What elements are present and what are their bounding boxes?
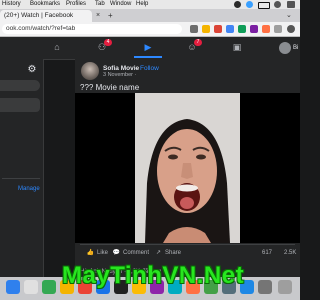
post-author-avatar[interactable] <box>81 62 99 80</box>
battery-icon[interactable] <box>258 2 270 9</box>
follow-button[interactable]: Follow <box>140 65 159 72</box>
actions-divider <box>80 244 295 245</box>
browser-tab-active[interactable]: (20+) Watch | Facebook <box>0 10 92 22</box>
extension-icon[interactable] <box>262 25 270 33</box>
watch-icon[interactable]: ▶ <box>140 40 156 54</box>
profile-icon[interactable] <box>287 25 295 33</box>
macos-menu-bar: History Bookmarks Profiles Tab Window He… <box>0 0 300 9</box>
active-tab-indicator <box>134 56 162 58</box>
share-icon: ↗ <box>155 250 162 256</box>
comment-icon: 💬 <box>112 250 121 256</box>
extension-icon[interactable] <box>238 25 246 33</box>
puzzle-icon[interactable] <box>274 25 282 33</box>
url-field[interactable]: ook.com/watch/?ref=tab <box>2 24 182 34</box>
finder-icon[interactable] <box>6 280 20 294</box>
gear-icon[interactable]: ⚙ <box>26 64 38 76</box>
tab-close-icon[interactable]: × <box>96 10 100 22</box>
menu-window[interactable]: Window <box>110 0 131 9</box>
sidebar-divider <box>2 178 40 179</box>
post-caption: ??? Movie name <box>80 83 140 92</box>
tab-list-icon[interactable]: ⌄ <box>286 10 292 22</box>
avatar[interactable] <box>279 42 291 54</box>
share-button[interactable]: ↗ Share <box>154 248 181 258</box>
menu-history[interactable]: History <box>2 0 21 9</box>
menu-tab[interactable]: Tab <box>95 0 105 9</box>
control-center-icon[interactable] <box>287 1 295 8</box>
watermark: MayTinhVN.Net <box>62 262 245 289</box>
status-icon[interactable] <box>234 1 241 8</box>
app-icon[interactable] <box>42 280 56 294</box>
gaming-icon[interactable]: ▣ <box>229 40 245 54</box>
home-icon[interactable]: ⌂ <box>49 40 65 54</box>
trash-icon[interactable] <box>278 280 292 294</box>
profile-name[interactable]: Bi <box>293 42 298 54</box>
thumbs-up-icon: 👍 <box>86 250 95 256</box>
sidebar-search-field[interactable] <box>0 80 40 91</box>
status-icon[interactable] <box>246 1 253 8</box>
post-date[interactable]: 3 November · <box>103 72 136 78</box>
menu-profiles[interactable]: Profiles <box>66 0 86 9</box>
reaction-count[interactable]: 617 <box>262 248 272 258</box>
comment-button[interactable]: 💬 Comment <box>112 248 149 258</box>
comment-label: Comment <box>123 250 150 256</box>
new-tab-icon[interactable]: + <box>108 10 113 22</box>
app-icon[interactable] <box>24 280 38 294</box>
tab-title: (20+) Watch | Facebook <box>4 12 74 19</box>
bookmark-star-icon[interactable] <box>202 25 210 33</box>
url-text: ook.com/watch/?ref=tab <box>6 25 76 32</box>
like-button[interactable]: 👍 Like <box>86 248 108 258</box>
extension-icon[interactable] <box>250 25 258 33</box>
video-player[interactable] <box>75 93 300 243</box>
app-icon[interactable] <box>258 280 272 294</box>
groups-notification-badge: 7 <box>194 39 202 46</box>
like-label: Like <box>97 250 109 256</box>
wifi-icon[interactable] <box>274 1 281 8</box>
view-count: 2.5K <box>284 250 297 256</box>
extension-icon[interactable] <box>214 25 222 33</box>
extension-icon[interactable] <box>226 25 234 33</box>
sidebar-item-home[interactable] <box>0 98 40 112</box>
share-icon[interactable] <box>190 25 198 33</box>
share-label: Share <box>165 250 182 256</box>
separator-dot: · <box>134 65 137 72</box>
video-frame <box>75 93 300 243</box>
menu-bookmarks[interactable]: Bookmarks <box>30 0 60 9</box>
menu-help[interactable]: Help <box>136 0 148 9</box>
browser-tab-strip: (20+) Watch | Facebook <box>0 9 300 22</box>
manage-link[interactable]: Manage <box>18 186 40 192</box>
friends-notification-badge: 4 <box>104 39 112 46</box>
watch-sidebar <box>0 59 44 277</box>
